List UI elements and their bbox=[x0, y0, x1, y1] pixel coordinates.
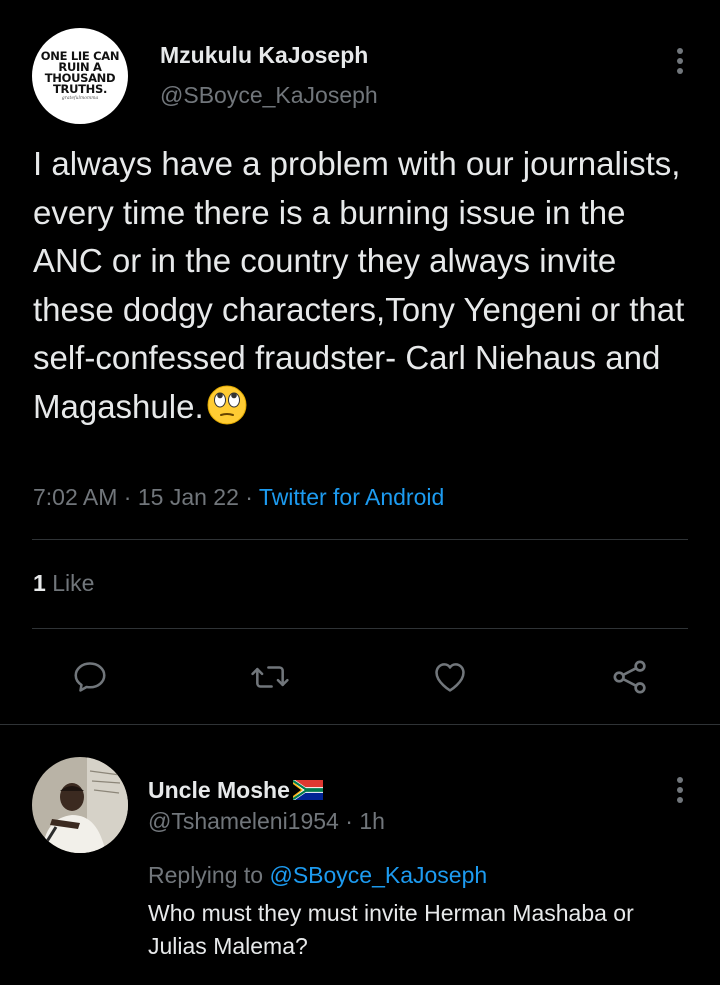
divider bbox=[0, 724, 720, 725]
like-icon[interactable] bbox=[428, 655, 472, 699]
reply-author-name[interactable]: Uncle Moshe bbox=[148, 777, 290, 803]
avatar-logo-script: gratefulmomma bbox=[61, 96, 99, 101]
reply-icon[interactable] bbox=[68, 655, 112, 699]
tweet-source-app[interactable]: Twitter for Android bbox=[259, 484, 444, 510]
likes-row[interactable]: 1 Like bbox=[33, 570, 94, 597]
reply-age[interactable]: 1h bbox=[359, 808, 385, 834]
meta-separator: · bbox=[245, 484, 253, 510]
replying-label: Replying to bbox=[148, 862, 264, 888]
meta-separator: · bbox=[123, 484, 132, 510]
tweet-time[interactable]: 7:02 AM bbox=[33, 484, 117, 510]
divider bbox=[32, 539, 688, 540]
tweet-date[interactable]: 15 Jan 22 bbox=[138, 484, 239, 510]
meta-separator: · bbox=[345, 808, 353, 834]
more-options-icon[interactable] bbox=[665, 46, 695, 76]
tweet-body: I always have a problem with our journal… bbox=[33, 145, 685, 425]
reply-author-avatar[interactable] bbox=[32, 757, 128, 853]
share-icon[interactable] bbox=[608, 655, 652, 699]
reply-more-options-icon[interactable] bbox=[665, 775, 695, 805]
reply-handle-row: @Tshameleni1954 · 1h bbox=[148, 808, 385, 835]
reply-author-handle[interactable]: @Tshameleni1954 bbox=[148, 808, 339, 834]
face-with-rolling-eyes-icon bbox=[206, 384, 248, 426]
south-africa-flag-icon bbox=[292, 779, 324, 801]
replying-mention[interactable]: @SBoyce_KaJoseph bbox=[269, 862, 487, 888]
tweet-text: I always have a problem with our journal… bbox=[33, 140, 693, 431]
replying-to: Replying to @SBoyce_KaJoseph bbox=[148, 862, 487, 889]
divider bbox=[32, 628, 688, 629]
author-avatar[interactable]: ONE LIE CAN RUIN A THOUSAND TRUTHS. grat… bbox=[32, 28, 128, 124]
like-label: Like bbox=[52, 570, 95, 596]
author-handle[interactable]: @SBoyce_KaJoseph bbox=[160, 82, 378, 109]
reply-author-row: Uncle Moshe bbox=[148, 777, 324, 804]
author-name[interactable]: Mzukulu KaJoseph bbox=[160, 42, 368, 69]
retweet-icon[interactable] bbox=[248, 655, 292, 699]
reply-text: Who must they must invite Herman Mashaba… bbox=[148, 900, 634, 959]
avatar-logo-line: TRUTHS. bbox=[52, 82, 108, 96]
tweet-metadata: 7:02 AM · 15 Jan 22 · Twitter for Androi… bbox=[33, 484, 444, 511]
like-count: 1 bbox=[33, 570, 46, 596]
